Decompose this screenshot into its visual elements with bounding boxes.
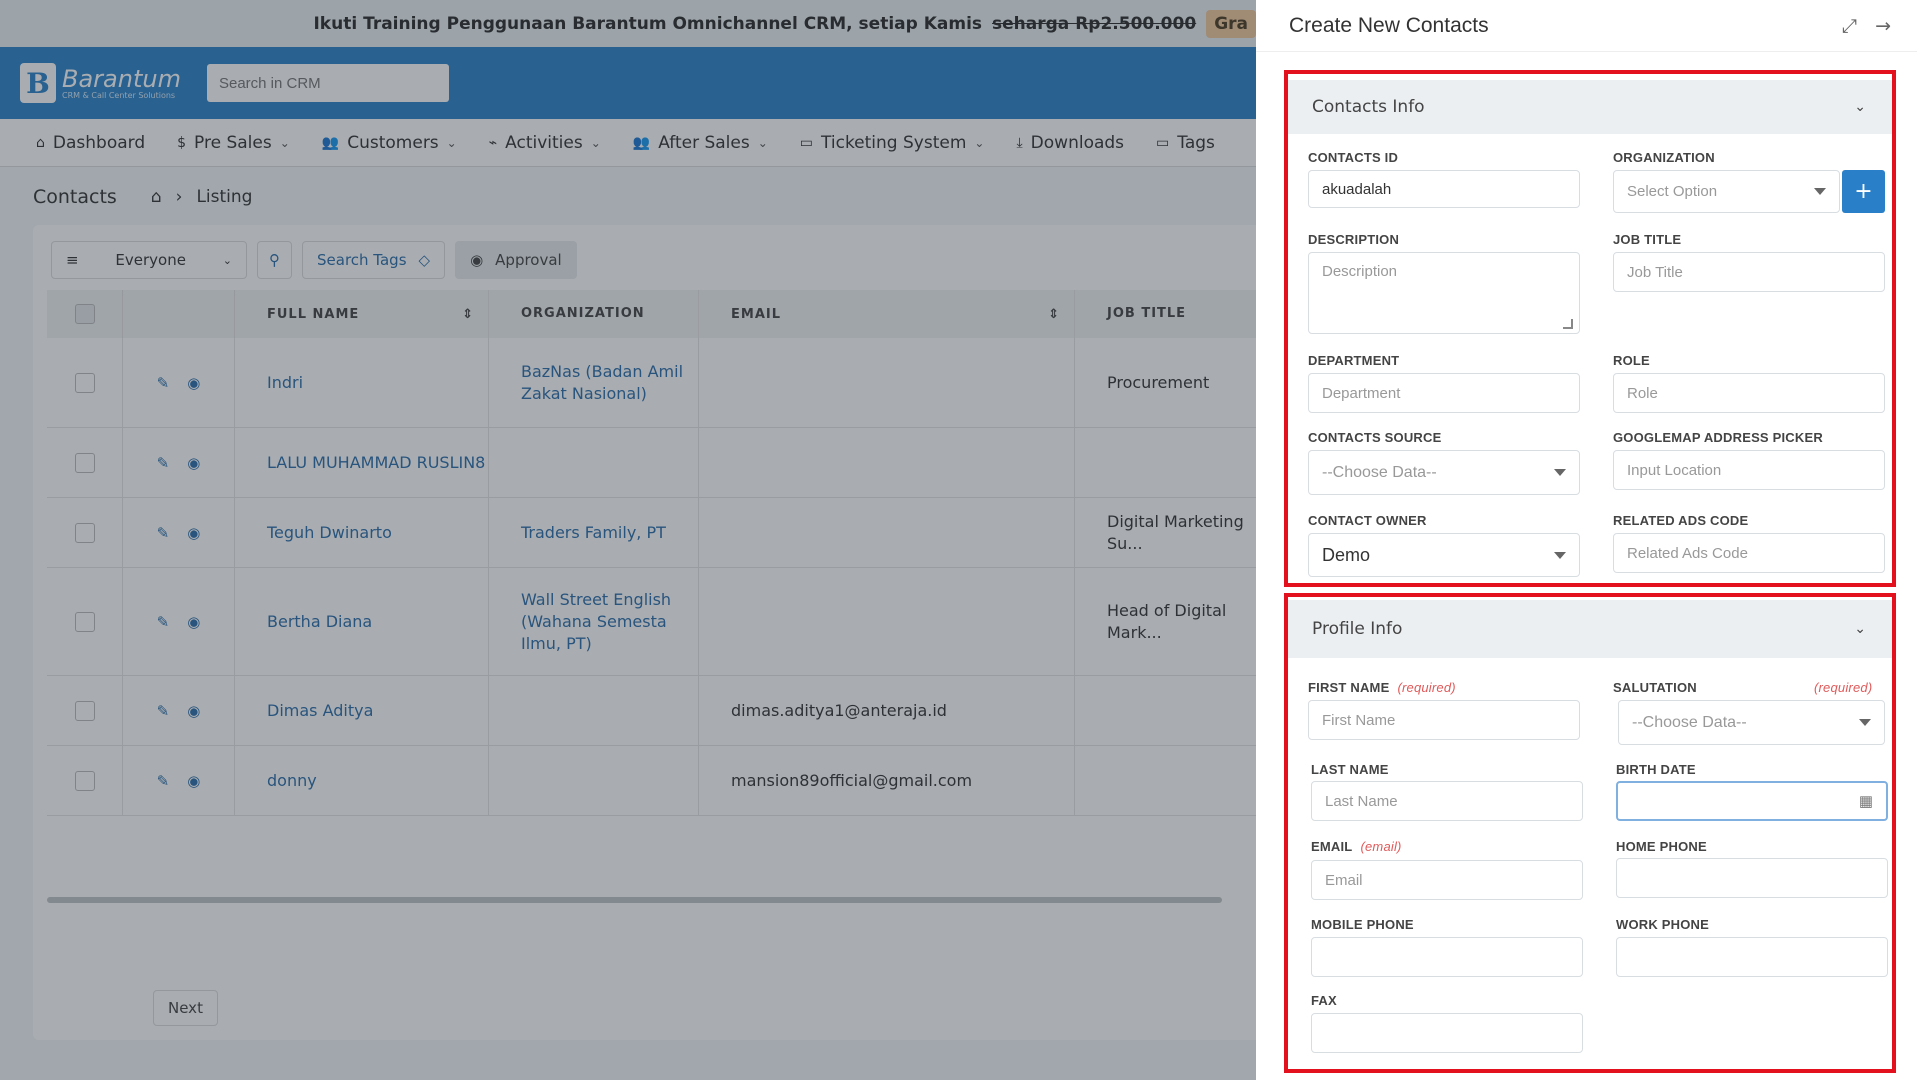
highlight-box-contacts-info [1284, 70, 1896, 587]
panel-title: Create New Contacts [1289, 13, 1489, 37]
panel-header: Create New Contacts ⤢ → [1256, 0, 1917, 52]
create-contact-panel: Create New Contacts ⤢ → Contacts Info ⌄ … [1256, 0, 1917, 1080]
expand-icon[interactable]: ⤢ [1842, 15, 1857, 37]
modal-backdrop[interactable] [0, 0, 1256, 1080]
highlight-box-profile-info [1284, 593, 1896, 1073]
close-arrow-icon[interactable]: → [1875, 15, 1891, 37]
